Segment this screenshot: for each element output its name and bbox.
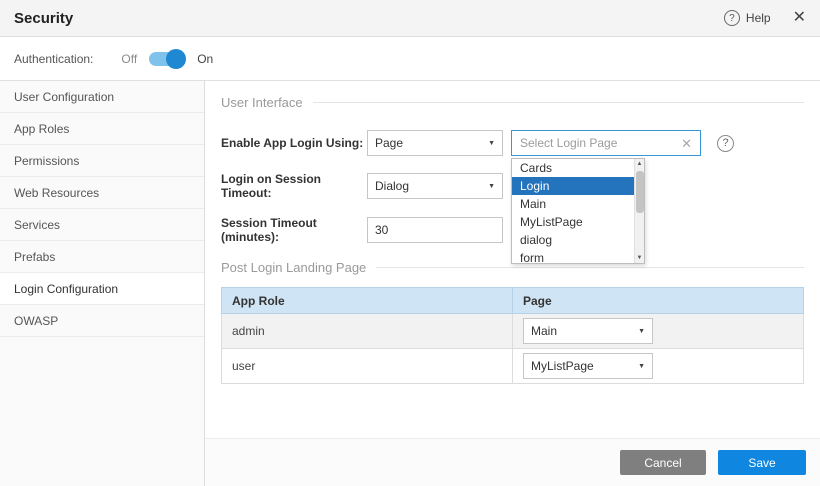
chevron-down-icon: ▼ xyxy=(638,363,645,370)
post-login-table: App Role Page admin Main ▼ user MyListPa… xyxy=(221,287,804,384)
session-timeout-action-value: Dialog xyxy=(375,179,409,193)
sidebar-item-label: Services xyxy=(14,218,60,232)
select-login-page-combobox[interactable]: Select Login Page ✕ xyxy=(511,130,701,156)
sidebar: User Configuration App Roles Permissions… xyxy=(0,81,205,486)
chevron-down-icon: ▼ xyxy=(638,328,645,335)
toggle-on-label: On xyxy=(197,52,213,66)
chevron-down-icon: ▼ xyxy=(488,183,495,190)
save-button[interactable]: Save xyxy=(718,450,806,475)
sidebar-item-web-resources[interactable]: Web Resources xyxy=(0,177,204,209)
scroll-up-icon[interactable]: ▲ xyxy=(635,159,644,169)
column-header-app-role: App Role xyxy=(222,288,513,314)
dropdown-option-login[interactable]: Login xyxy=(512,177,644,195)
combobox-placeholder: Select Login Page xyxy=(520,136,617,150)
sidebar-item-label: Login Configuration xyxy=(14,282,118,296)
session-timeout-minutes-label: Session Timeout (minutes): xyxy=(221,216,367,244)
login-using-select-value: Page xyxy=(375,136,403,150)
cancel-button[interactable]: Cancel xyxy=(620,450,706,475)
login-using-select[interactable]: Page ▼ xyxy=(367,130,503,156)
page-cell: MyListPage ▼ xyxy=(513,349,804,384)
admin-page-select[interactable]: Main ▼ xyxy=(523,318,653,344)
toggle-off-label: Off xyxy=(121,52,137,66)
session-timeout-action-label: Login on Session Timeout: xyxy=(221,172,367,200)
sidebar-item-login-configuration[interactable]: Login Configuration xyxy=(0,273,204,305)
sidebar-item-services[interactable]: Services xyxy=(0,209,204,241)
enable-app-login-row: Enable App Login Using: Page ▼ Select Lo… xyxy=(221,130,804,156)
section-user-interface: User Interface xyxy=(221,95,804,110)
column-header-page: Page xyxy=(513,288,804,314)
sidebar-item-label: App Roles xyxy=(14,122,69,136)
authentication-toggle[interactable] xyxy=(149,52,183,66)
authentication-label: Authentication: xyxy=(14,52,93,66)
dropdown-option-dialog[interactable]: dialog xyxy=(512,231,644,249)
dropdown-option-cards[interactable]: Cards xyxy=(512,159,644,177)
dropdown-option-form[interactable]: form xyxy=(512,249,644,264)
scroll-down-icon[interactable]: ▼ xyxy=(635,253,644,263)
sidebar-item-label: Permissions xyxy=(14,154,79,168)
clear-icon[interactable]: ✕ xyxy=(681,137,692,150)
scrollbar-thumb[interactable] xyxy=(636,171,644,213)
table-row: user MyListPage ▼ xyxy=(222,349,804,384)
help-link[interactable]: Help xyxy=(746,11,771,25)
app-role-cell: user xyxy=(222,349,513,384)
page-cell: Main ▼ xyxy=(513,314,804,349)
dropdown-option-main[interactable]: Main xyxy=(512,195,644,213)
sidebar-item-user-configuration[interactable]: User Configuration xyxy=(0,81,204,113)
page-title: Security xyxy=(14,10,73,27)
enable-app-login-label: Enable App Login Using: xyxy=(221,136,367,150)
table-header-row: App Role Page xyxy=(222,288,804,314)
user-page-select[interactable]: MyListPage ▼ xyxy=(523,353,653,379)
content-panel: User Interface Enable App Login Using: P… xyxy=(205,81,820,486)
sidebar-item-app-roles[interactable]: App Roles xyxy=(0,113,204,145)
dropdown-option-mylistpage[interactable]: MyListPage xyxy=(512,213,644,231)
admin-page-value: Main xyxy=(531,324,557,338)
sidebar-item-label: Web Resources xyxy=(14,186,99,200)
session-timeout-minutes-input[interactable] xyxy=(367,217,503,243)
user-page-value: MyListPage xyxy=(531,359,594,373)
sidebar-item-label: Prefabs xyxy=(14,250,55,264)
help-icon[interactable]: ? xyxy=(724,10,740,26)
dialog-header: Security ? Help ✕ xyxy=(0,0,820,37)
dropdown-scrollbar[interactable]: ▲ ▼ xyxy=(634,159,644,263)
login-page-dropdown: Cards Login Main MyListPage dialog form … xyxy=(511,158,645,264)
sidebar-item-label: OWASP xyxy=(14,314,58,328)
toggle-knob[interactable] xyxy=(166,49,186,69)
footer-bar: Cancel Save xyxy=(205,438,820,486)
authentication-bar: Authentication: Off On xyxy=(0,37,820,81)
sidebar-item-permissions[interactable]: Permissions xyxy=(0,145,204,177)
session-timeout-action-select[interactable]: Dialog ▼ xyxy=(367,173,503,199)
sidebar-item-prefabs[interactable]: Prefabs xyxy=(0,241,204,273)
sidebar-item-owasp[interactable]: OWASP xyxy=(0,305,204,337)
chevron-down-icon: ▼ xyxy=(488,140,495,147)
sidebar-item-label: User Configuration xyxy=(14,90,114,104)
close-icon[interactable]: ✕ xyxy=(793,10,806,26)
app-role-cell: admin xyxy=(222,314,513,349)
table-row: admin Main ▼ xyxy=(222,314,804,349)
field-help-icon[interactable]: ? xyxy=(717,135,734,152)
